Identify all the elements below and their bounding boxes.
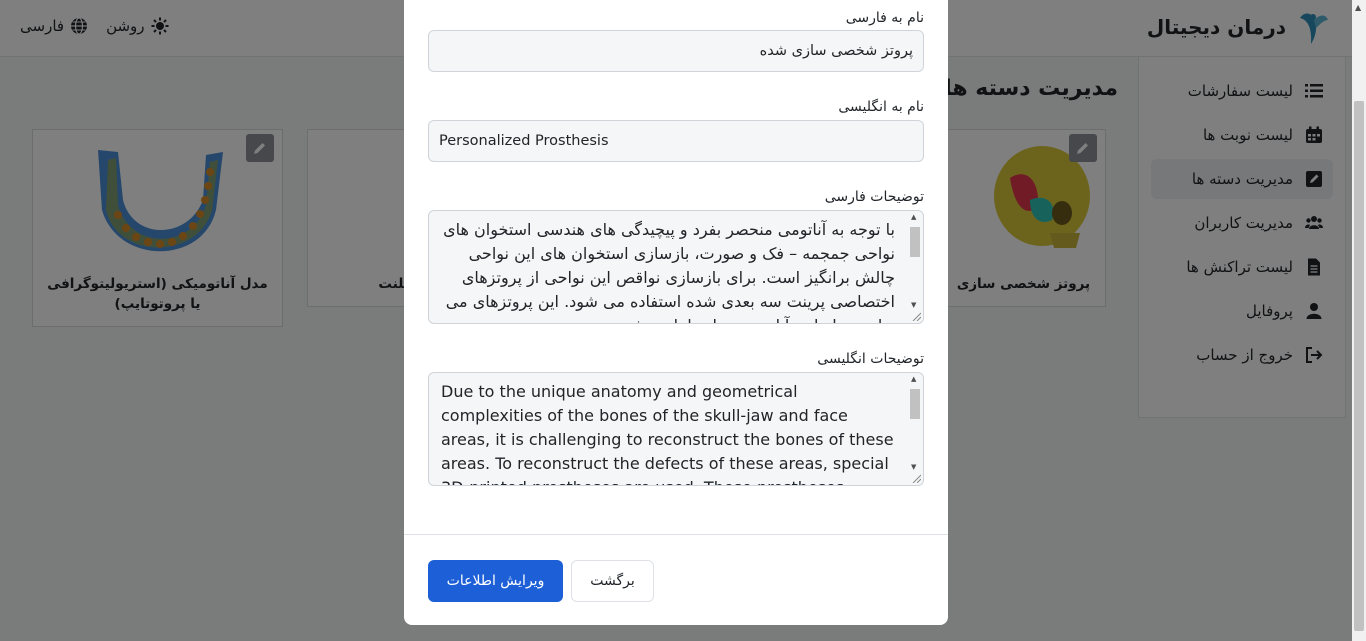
back-button[interactable]: برگشت xyxy=(571,560,654,602)
scroll-up-arrow-icon[interactable]: ▲ xyxy=(911,213,916,221)
en-name-label: نام به انگلیسی xyxy=(838,99,924,115)
fa-name-input[interactable]: پروتز شخصی سازی شده xyxy=(428,30,924,72)
scroll-down-arrow-icon[interactable]: ▼ xyxy=(911,301,916,309)
fa-name-label: نام به فارسی xyxy=(845,10,924,26)
textarea-scrollbar-thumb[interactable] xyxy=(910,227,920,257)
resize-handle-icon[interactable] xyxy=(911,311,921,321)
fa-description-textarea[interactable]: با توجه به آناتومی منحصر بفرد و پیچیدگی … xyxy=(428,210,924,324)
en-name-input[interactable]: Personalized Prosthesis xyxy=(428,120,924,162)
en-description-textarea[interactable]: Due to the unique anatomy and geometrica… xyxy=(428,372,924,486)
fa-description-text: با توجه به آناتومی منحصر بفرد و پیچیدگی … xyxy=(443,220,895,323)
modal-footer: ویرایش اطلاعات برگشت xyxy=(404,534,948,625)
textarea-scrollbar-thumb[interactable] xyxy=(910,389,920,419)
resize-handle-icon[interactable] xyxy=(911,473,921,483)
scroll-up-arrow-icon[interactable]: ▲ xyxy=(1355,3,1361,12)
scroll-down-arrow-icon[interactable]: ▼ xyxy=(911,463,916,471)
edit-category-modal: نام به فارسی پروتز شخصی سازی شده نام به … xyxy=(404,0,948,625)
textarea-scrollbar[interactable]: ▲ ▼ xyxy=(909,213,921,309)
fa-description-label: توضیحات فارسی xyxy=(824,189,924,205)
en-description-text: Due to the unique anatomy and geometrica… xyxy=(441,382,894,485)
page-scrollbar[interactable]: ▲ xyxy=(1352,0,1366,641)
textarea-scrollbar[interactable]: ▲ ▼ xyxy=(909,375,921,471)
submit-edit-button[interactable]: ویرایش اطلاعات xyxy=(428,560,563,602)
page-scrollbar-thumb[interactable] xyxy=(1354,101,1364,631)
scroll-up-arrow-icon[interactable]: ▲ xyxy=(911,375,916,383)
en-description-label: توضیحات انگلیسی xyxy=(817,351,924,367)
